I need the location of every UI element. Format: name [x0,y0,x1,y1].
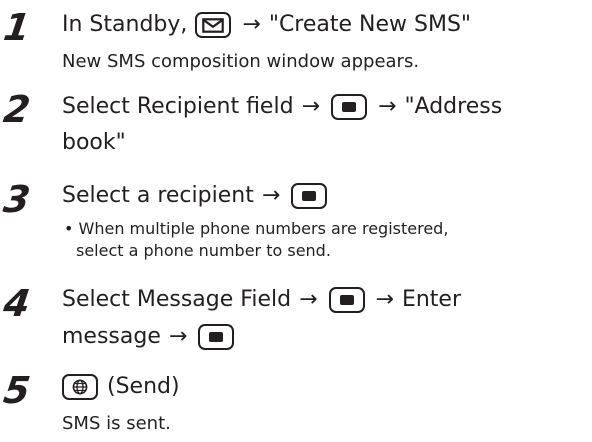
bullet-line: select a phone number to send. [76,241,331,260]
step-number: 2 [0,88,33,131]
step-text: book" [62,130,126,155]
step-text: "Address [404,94,503,119]
step-number: 3 [0,178,33,221]
step-3-bullet-note: • When multiple phone numbers are regist… [64,218,448,262]
arrow-icon: → [301,94,320,119]
arrow-icon: → [168,324,188,349]
step-2-line-1: Select Recipient field → → "Address [62,93,502,121]
step-text: Select Message Field [62,287,292,312]
step-4-line-2: message → [62,323,237,351]
arrow-icon: → [378,94,397,119]
center-key-icon [291,183,328,209]
center-key-icon [198,324,235,350]
step-number: 4 [0,282,33,325]
center-key-icon [328,287,365,313]
step-5-line-1: (Send) [62,373,180,401]
step-text: Enter [401,287,461,312]
arrow-icon: → [375,287,394,312]
step-text: Select a recipient [62,183,254,208]
step-1-note: New SMS composition window appears. [62,51,420,72]
step-2-line-2: book" [62,129,126,157]
step-text: In Standby, [62,12,188,37]
step-5-note: SMS is sent. [62,413,171,434]
step-text: message [62,324,161,349]
arrow-icon: → [261,183,281,208]
arrow-icon: → [299,287,318,312]
step-number: 5 [0,369,33,412]
bullet-line: • When multiple phone numbers are regist… [64,219,449,238]
step-text: Select Recipient field [62,94,294,119]
step-4-line-1: Select Message Field → → Enter [62,286,461,314]
step-3-line-1: Select a recipient → [62,182,330,210]
step-number: 1 [0,6,33,49]
arrow-icon: → [242,12,261,37]
step-1-line-1: In Standby, → "Create New SMS" [62,11,471,39]
center-key-icon [331,94,367,120]
step-text: (Send) [107,374,180,399]
step-text: "Create New SMS" [268,12,472,37]
globe-key-icon [62,374,98,400]
mail-key-icon [195,12,232,38]
